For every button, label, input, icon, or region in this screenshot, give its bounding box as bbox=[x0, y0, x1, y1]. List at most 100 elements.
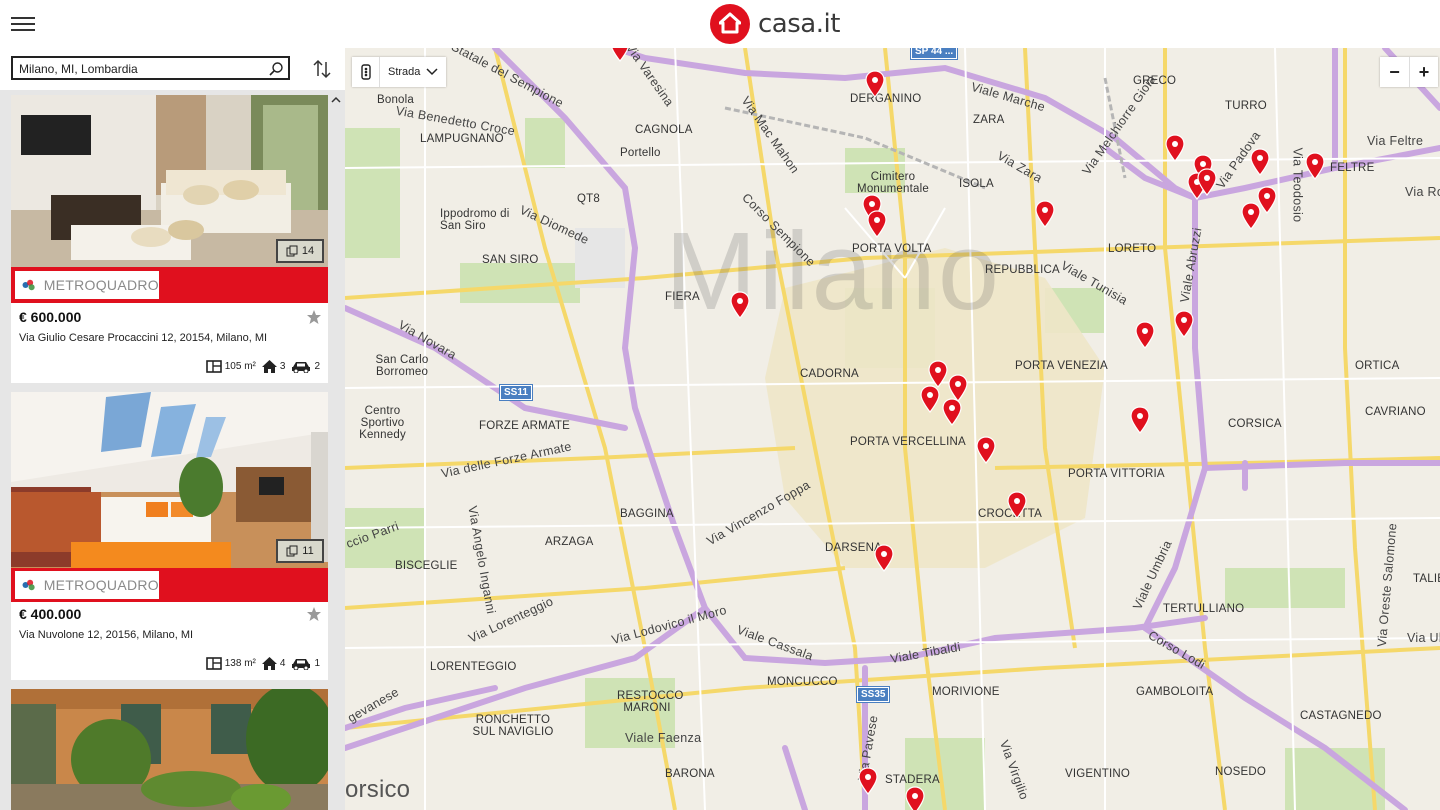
map-label: REPUBBLICA bbox=[985, 264, 1060, 276]
map-label: CASTAGNEDO bbox=[1300, 710, 1382, 722]
city-label: Milano bbox=[665, 210, 1002, 333]
listing-pin-icon[interactable] bbox=[920, 385, 940, 413]
area-feature: 138 m² bbox=[205, 657, 256, 670]
map-label: Via Ule bbox=[1407, 631, 1440, 645]
zoom-out-button[interactable]: − bbox=[1380, 57, 1409, 87]
map-label: Cimitero Monumentale bbox=[857, 171, 929, 195]
search-input[interactable] bbox=[19, 60, 259, 78]
ss35-shield: SS35 bbox=[855, 686, 891, 703]
listing-card[interactable] bbox=[11, 689, 328, 810]
listing-pin-icon[interactable] bbox=[1007, 491, 1027, 519]
agency-logo-icon bbox=[22, 579, 35, 591]
sort-icon[interactable] bbox=[310, 57, 334, 81]
map-controls-left: Strada bbox=[352, 57, 447, 87]
listing-pin-icon[interactable] bbox=[1174, 310, 1194, 338]
zoom-in-button[interactable]: + bbox=[1409, 57, 1438, 87]
search-box[interactable] bbox=[11, 56, 290, 80]
map-label: GAMBOLOITA bbox=[1136, 686, 1214, 698]
listings-list[interactable]: 14 METROQUADRO € 600.000 Via Giulio Cesa… bbox=[0, 90, 345, 810]
agency-logo: METROQUADRO bbox=[15, 271, 159, 299]
rooms-value: 3 bbox=[279, 361, 286, 372]
map-label: TALIE bbox=[1413, 573, 1440, 585]
chevron-down-icon bbox=[426, 68, 438, 76]
map-label: ORTICA bbox=[1355, 360, 1400, 372]
gallery-icon bbox=[286, 245, 298, 257]
hamburger-menu-icon[interactable] bbox=[11, 14, 35, 34]
listing-pin-icon[interactable] bbox=[865, 70, 885, 98]
map-label: Via Teodosio bbox=[1290, 147, 1305, 223]
listing-pin-icon[interactable] bbox=[942, 398, 962, 426]
map-label: DERGANINO bbox=[850, 93, 922, 105]
listing-pin-icon[interactable] bbox=[874, 544, 894, 572]
rooms-feature: 3 bbox=[261, 360, 286, 373]
photo-count-badge[interactable]: 14 bbox=[276, 239, 324, 263]
listing-features: 105 m² 3 2 bbox=[205, 360, 320, 373]
listing-pin-icon[interactable] bbox=[1035, 200, 1055, 228]
parking-feature: 1 bbox=[291, 658, 320, 670]
photo-count: 14 bbox=[301, 245, 315, 257]
map-label: PORTA VOLTA bbox=[852, 243, 932, 255]
traffic-toggle-button[interactable] bbox=[352, 57, 380, 87]
app-window: casa.it Milano, MI, Lombardia 14 METROQU… bbox=[0, 0, 1440, 810]
map-view[interactable]: Milano DERGANINO Viale Marche GRECO TURR… bbox=[345, 48, 1440, 810]
area-feature: 105 m² bbox=[205, 360, 256, 373]
map-label: ISOLA bbox=[959, 178, 994, 190]
map-style-label: Strada bbox=[388, 66, 421, 78]
map-label: FORZE ARMATE bbox=[479, 420, 570, 432]
search-row bbox=[0, 48, 345, 90]
listing-price: € 600.000 bbox=[19, 309, 82, 325]
map-label: Via Feltre bbox=[1367, 134, 1424, 148]
map-label: VIGENTINO bbox=[1065, 768, 1131, 780]
map-style-dropdown[interactable]: Strada bbox=[380, 57, 446, 87]
listing-card[interactable]: 14 METROQUADRO € 600.000 Via Giulio Cesa… bbox=[11, 95, 328, 383]
listing-card[interactable]: 11 METROQUADRO € 400.000 Via Nuvolone 12… bbox=[11, 392, 328, 680]
listing-pin-icon[interactable] bbox=[1165, 134, 1185, 162]
listing-pin-icon[interactable] bbox=[1135, 321, 1155, 349]
listing-pin-icon[interactable] bbox=[730, 291, 750, 319]
photo-count-badge[interactable]: 11 bbox=[276, 539, 324, 563]
map-label: PORTA VERCELLINA bbox=[850, 436, 966, 448]
map-label: orsico bbox=[345, 776, 411, 803]
listing-photo[interactable] bbox=[11, 689, 328, 810]
agency-banner: METROQUADRO bbox=[11, 267, 328, 303]
listing-pin-icon[interactable] bbox=[858, 767, 878, 795]
listing-pin-icon[interactable] bbox=[905, 786, 925, 810]
map-label: Via Ro bbox=[1405, 185, 1440, 199]
listing-pin-icon[interactable] bbox=[976, 436, 996, 464]
map-label: QT8 bbox=[577, 193, 600, 205]
map-label: CAGNOLA bbox=[635, 124, 693, 136]
map-label: BARONA bbox=[665, 768, 715, 780]
listing-address: Via Nuvolone 12, 20156, Milano, MI bbox=[19, 629, 194, 641]
agency-logo: METROQUADRO bbox=[15, 571, 159, 599]
map-label: TURRO bbox=[1225, 100, 1267, 112]
map-label: San Carlo Borromeo bbox=[375, 354, 429, 378]
map-label: Centro Sportivo Kennedy bbox=[359, 405, 406, 441]
listing-pin-icon[interactable] bbox=[1197, 168, 1217, 196]
casa-it-logo[interactable]: casa.it bbox=[710, 4, 840, 44]
area-value: 105 m² bbox=[224, 361, 256, 372]
zoom-controls: − + bbox=[1380, 57, 1438, 87]
scroll-up-icon[interactable] bbox=[330, 94, 342, 106]
listing-pin-icon[interactable] bbox=[1130, 406, 1150, 434]
listing-pin-icon[interactable] bbox=[867, 210, 887, 238]
map-label: MORIVIONE bbox=[932, 686, 1000, 698]
rooms-value: 4 bbox=[279, 658, 286, 669]
listing-features: 138 m² 4 1 bbox=[205, 657, 320, 670]
area-value: 138 m² bbox=[224, 658, 256, 669]
map-label: ARZAGA bbox=[545, 536, 594, 548]
listing-pin-icon[interactable] bbox=[928, 360, 948, 388]
map-label: RESTOCCO MARONI bbox=[617, 690, 684, 714]
listing-pin-icon[interactable] bbox=[1250, 148, 1270, 176]
listing-pin-icon[interactable] bbox=[1305, 152, 1325, 180]
favorite-star-icon[interactable] bbox=[306, 606, 322, 622]
map-label: PORTA VENEZIA bbox=[1015, 360, 1108, 372]
map-label: Ippodromo di San Siro bbox=[440, 208, 510, 232]
map-label: BISCEGLIE bbox=[395, 560, 458, 572]
car-icon bbox=[292, 361, 311, 373]
agency-name: METROQUADRO bbox=[43, 577, 159, 593]
house-icon bbox=[710, 4, 750, 44]
listing-pin-icon[interactable] bbox=[1241, 202, 1261, 230]
listing-pin-icon[interactable] bbox=[610, 48, 630, 62]
search-icon[interactable] bbox=[268, 61, 284, 77]
favorite-star-icon[interactable] bbox=[306, 309, 322, 325]
